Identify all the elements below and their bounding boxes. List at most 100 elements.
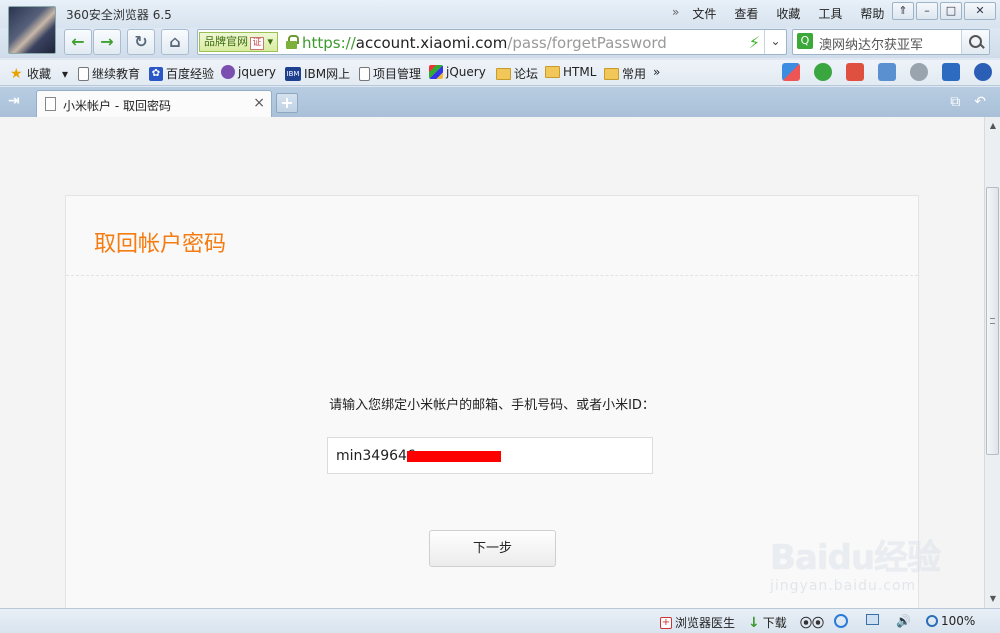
skin-button[interactable]: ⇑ xyxy=(892,2,914,20)
address-dropdown-button[interactable]: ⌄ xyxy=(764,30,786,54)
menu-view[interactable]: 查看 xyxy=(725,5,767,22)
translate-icon[interactable] xyxy=(846,63,864,81)
zoom-level: 100% xyxy=(941,614,976,628)
scrollbar-thumb[interactable] xyxy=(986,187,999,455)
menu-tools[interactable]: 工具 xyxy=(809,5,851,22)
grip-icon xyxy=(990,318,995,324)
bookmarks-more-button[interactable]: » xyxy=(653,65,660,79)
page-title: 取回帐户密码 xyxy=(94,232,227,257)
chevron-down-icon: ▾ xyxy=(62,66,69,81)
bookmark-continuing-education[interactable]: 继续教育 xyxy=(78,65,140,82)
home-button[interactable]: ⌂ xyxy=(161,29,189,55)
brand-tag-dropdown-icon: ▾ xyxy=(264,35,274,48)
star-icon: ★ xyxy=(10,65,23,82)
chevron-down-icon: ⌄ xyxy=(770,34,781,48)
next-step-button[interactable]: 下一步 xyxy=(429,530,556,567)
security-shield-icon[interactable] xyxy=(814,63,832,81)
account-input[interactable]: min349646 xyxy=(327,437,653,474)
search-input[interactable]: 澳网纳达尔获亚军 xyxy=(819,34,923,53)
brand-verified-tag[interactable]: 品牌官网证 ▾ xyxy=(199,32,279,52)
arrow-left-icon: ← xyxy=(71,32,85,51)
bookmark-folder-forum[interactable]: 论坛 xyxy=(496,65,538,82)
bookmark-project-management[interactable]: 项目管理 xyxy=(359,65,421,82)
page-icon xyxy=(45,97,56,111)
maximize-button[interactable]: □ xyxy=(940,2,962,20)
menu-more-icon[interactable]: » xyxy=(672,5,683,22)
games-icon[interactable] xyxy=(910,63,928,81)
brand-tag-label: 品牌官网 xyxy=(204,35,248,48)
zoom-control[interactable]: 100% xyxy=(926,614,975,628)
status-bar: + 浏览器医生 ↓ 下载 ⦿⦿ 🔊 100% xyxy=(0,608,1000,633)
p2p-icon[interactable]: ⦿⦿ xyxy=(800,614,824,631)
tabbar-actions: ⧉ ↶ xyxy=(950,94,986,110)
home-icon: ⌂ xyxy=(169,32,181,51)
forward-button[interactable]: → xyxy=(93,29,121,55)
back-button[interactable]: ← xyxy=(64,29,92,55)
redaction-bar xyxy=(407,451,501,462)
apps-icon[interactable] xyxy=(782,63,800,81)
screenshot-icon[interactable] xyxy=(878,63,896,81)
baidu-watermark: Baidu经验 jingyan.baidu.com xyxy=(770,520,990,610)
bookmark-folder-common[interactable]: 常用 xyxy=(604,65,646,82)
bookmark-label: 论坛 xyxy=(514,67,539,81)
download-icon: ↓ xyxy=(748,614,760,631)
watermark-url: jingyan.baidu.com xyxy=(770,578,917,594)
bookmark-favorites[interactable]: ★ 收藏 ▾ xyxy=(10,65,68,82)
browser-doctor-button[interactable]: + 浏览器医生 xyxy=(660,614,735,631)
search-box[interactable]: Q 澳网纳达尔获亚军 xyxy=(792,29,990,55)
menu-bar: » 文件 查看 收藏 工具 帮助 xyxy=(672,5,893,22)
bookmarks-bar: ★ 收藏 ▾ 继续教育 ✿ 百度经验 jquery IBM IBM网上 项目管理 jQu… xyxy=(0,60,1000,86)
sidebar-toggle-icon[interactable]: ⇥ xyxy=(8,93,24,109)
account-input-value: min349646 xyxy=(336,448,416,464)
ie-mode-button[interactable] xyxy=(834,614,848,628)
doctor-icon: + xyxy=(660,616,672,629)
menu-help[interactable]: 帮助 xyxy=(851,5,893,22)
bookmark-folder-html[interactable]: HTML xyxy=(545,65,596,79)
status-label: 浏览器医生 xyxy=(675,616,736,630)
close-tab-icon[interactable]: × xyxy=(253,95,265,111)
arrow-right-icon: → xyxy=(100,32,114,51)
close-window-button[interactable]: ✕ xyxy=(964,2,996,20)
bookmark-label: 项目管理 xyxy=(373,67,422,81)
url-domain: account.xiaomi.com xyxy=(355,34,508,52)
certificate-icon: 证 xyxy=(250,37,264,50)
tab-list-icon[interactable]: ⧉ xyxy=(950,94,960,110)
search-button[interactable] xyxy=(961,30,989,54)
navigation-bar: ← → ↻ ⌂ 品牌官网证 ▾ https://account.xiaomi.c… xyxy=(0,28,1000,58)
user-avatar[interactable] xyxy=(8,6,56,54)
bookmark-jquery[interactable]: jQuery xyxy=(429,65,486,79)
jquery-icon xyxy=(429,65,443,79)
bookmark-baidu-jingyan[interactable]: ✿ 百度经验 xyxy=(149,65,214,82)
new-tab-button[interactable]: + xyxy=(276,93,298,113)
extension-toolbar xyxy=(782,63,992,81)
refresh-button[interactable]: ↻ xyxy=(127,29,155,55)
app-title: 360安全浏览器 6.5 xyxy=(66,8,172,22)
url-text[interactable]: https://account.xiaomi.com/pass/forgetPa… xyxy=(302,34,667,52)
url-scheme: https:// xyxy=(302,34,356,52)
tab-title: 小米帐户 - 取回密码 xyxy=(63,99,171,113)
ibm-icon: IBM xyxy=(285,66,301,81)
download-button[interactable]: ↓ 下载 xyxy=(748,614,787,631)
bookmark-ibm[interactable]: IBM IBM网上 xyxy=(285,65,350,82)
user-profile-icon[interactable] xyxy=(974,63,992,81)
menu-file[interactable]: 文件 xyxy=(683,5,725,22)
bookmark-label: jquery xyxy=(238,65,276,79)
scroll-up-icon[interactable]: ▲ xyxy=(988,121,998,131)
search-engine-icon[interactable]: Q xyxy=(797,33,813,49)
tab-xiaomi-account[interactable]: 小米帐户 - 取回密码 × xyxy=(36,90,272,117)
url-path: /pass/forgetPassword xyxy=(507,34,667,52)
lock-icon[interactable] xyxy=(286,35,299,49)
window-mode-icon[interactable] xyxy=(866,614,879,625)
bookmark-jquery-lower[interactable]: jquery xyxy=(221,65,276,79)
volume-icon[interactable]: 🔊 xyxy=(896,614,911,628)
status-label: 下载 xyxy=(762,616,787,630)
title-bar: 360安全浏览器 6.5 » 文件 查看 收藏 工具 帮助 ⇑ – □ ✕ xyxy=(0,0,1000,54)
undo-close-tab-icon[interactable]: ↶ xyxy=(974,94,986,110)
speed-mode-icon[interactable]: ⚡ xyxy=(749,33,760,52)
address-bar[interactable]: 品牌官网证 ▾ https://account.xiaomi.com/pass/… xyxy=(197,29,787,55)
menu-favorites[interactable]: 收藏 xyxy=(767,5,809,22)
wrench-icon[interactable] xyxy=(942,63,960,81)
minimize-button[interactable]: – xyxy=(916,2,938,20)
bookmark-label: 常用 xyxy=(622,67,647,81)
bookmark-label: IBM网上 xyxy=(304,67,351,81)
